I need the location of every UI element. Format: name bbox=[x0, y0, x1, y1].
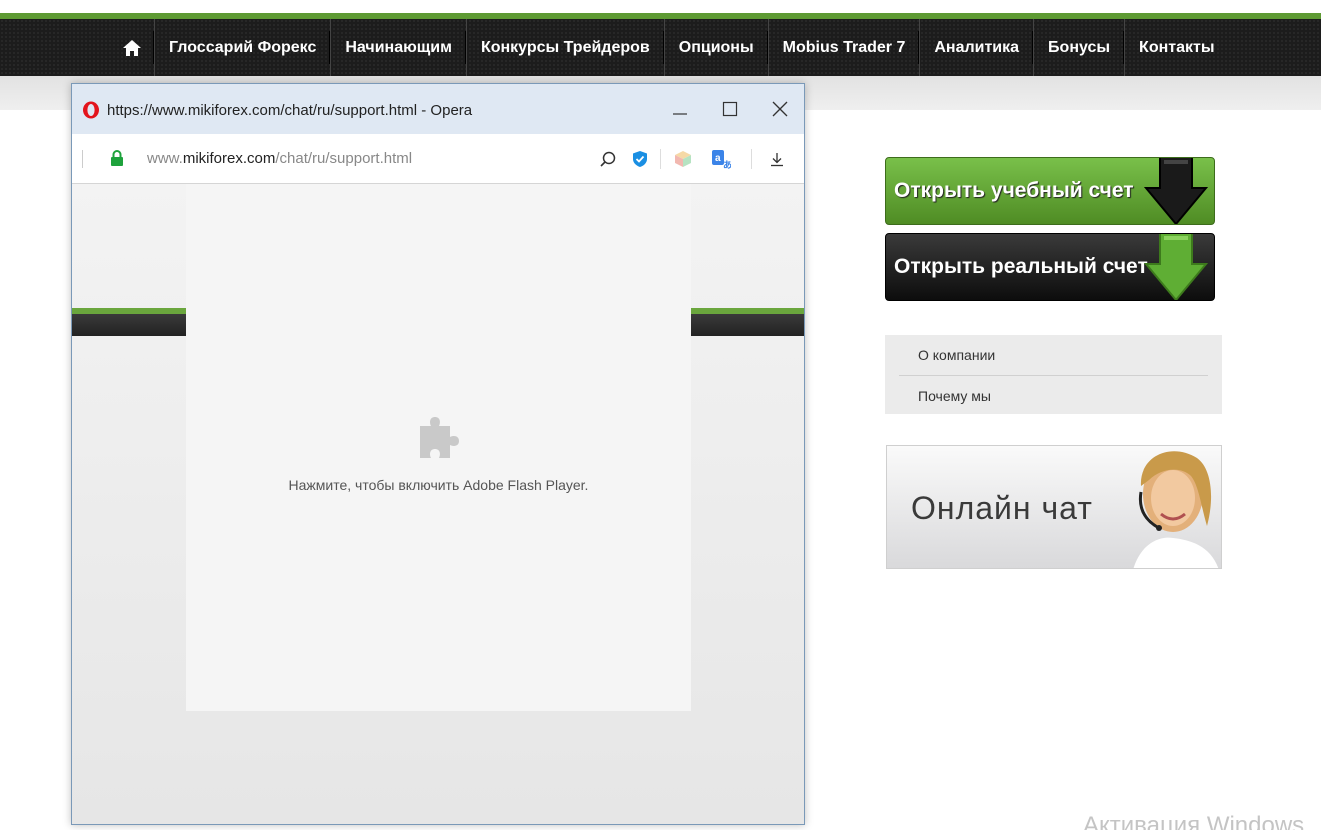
nav-item-options[interactable]: Опционы bbox=[662, 19, 768, 76]
url-prefix: www. bbox=[147, 150, 183, 167]
nav-items: Глоссарий Форекс Начинающим Конкурсы Тре… bbox=[110, 19, 1229, 76]
open-demo-account-label: Открыть учебный счет bbox=[894, 179, 1134, 202]
page-content: Нажмите, чтобы включить Adobe Flash Play… bbox=[72, 184, 804, 824]
divider bbox=[751, 149, 752, 169]
search-icon[interactable] bbox=[597, 148, 619, 170]
main-navigation: Глоссарий Форекс Начинающим Конкурсы Тре… bbox=[0, 19, 1321, 76]
home-icon[interactable] bbox=[110, 19, 154, 76]
svg-text:あ: あ bbox=[723, 160, 731, 169]
maximize-button[interactable] bbox=[710, 94, 750, 124]
flash-plugin-placeholder[interactable]: Нажмите, чтобы включить Adobe Flash Play… bbox=[186, 184, 691, 711]
nav-item-glossary[interactable]: Глоссарий Форекс bbox=[152, 19, 330, 76]
window-titlebar[interactable]: https://www.mikiforex.com/chat/ru/suppor… bbox=[72, 84, 804, 134]
arrow-down-icon bbox=[1144, 158, 1208, 224]
open-real-account-label: Открыть реальный счет bbox=[894, 255, 1148, 278]
open-demo-account-button[interactable]: Открыть учебный счет bbox=[885, 157, 1215, 225]
puzzle-icon bbox=[420, 417, 459, 458]
url-field[interactable]: www.mikiforex.com/chat/ru/support.html bbox=[147, 150, 412, 167]
page-header-stripe-right bbox=[691, 308, 804, 336]
address-bar: www.mikiforex.com/chat/ru/support.html a… bbox=[72, 134, 804, 184]
online-chat-banner[interactable]: Онлайн чат bbox=[886, 445, 1222, 569]
nav-item-bonuses[interactable]: Бонусы bbox=[1032, 19, 1124, 76]
url-path: /chat/ru/support.html bbox=[275, 150, 413, 167]
download-icon[interactable] bbox=[766, 148, 788, 170]
opera-icon bbox=[83, 101, 99, 119]
nav-item-contacts[interactable]: Контакты bbox=[1123, 19, 1228, 76]
divider bbox=[660, 149, 661, 169]
flash-plugin-message: Нажмите, чтобы включить Adobe Flash Play… bbox=[288, 477, 589, 493]
shield-icon[interactable] bbox=[629, 148, 651, 170]
page-header-stripe-left bbox=[72, 308, 186, 336]
nav-item-contests[interactable]: Конкурсы Трейдеров bbox=[464, 19, 664, 76]
window-title: https://www.mikiforex.com/chat/ru/suppor… bbox=[107, 102, 473, 119]
close-button[interactable] bbox=[760, 94, 800, 124]
sidebar-item-why-us[interactable]: Почему мы bbox=[885, 376, 1222, 416]
translate-icon[interactable]: aあ bbox=[710, 148, 732, 170]
divider bbox=[82, 150, 83, 168]
arrow-down-icon bbox=[1144, 234, 1208, 300]
sidebar-menu: О компании Почему мы bbox=[885, 335, 1222, 414]
minimize-button[interactable] bbox=[660, 94, 700, 124]
nav-item-mobius-trader[interactable]: Mobius Trader 7 bbox=[766, 19, 920, 76]
support-operator-icon bbox=[1133, 451, 1219, 568]
nav-item-beginners[interactable]: Начинающим bbox=[329, 19, 466, 76]
windows-activation-watermark: Активация Windows bbox=[1083, 812, 1305, 830]
svg-text:a: a bbox=[715, 153, 721, 164]
cube-icon[interactable] bbox=[672, 148, 694, 170]
nav-item-analytics[interactable]: Аналитика bbox=[918, 19, 1033, 76]
online-chat-label: Онлайн чат bbox=[911, 490, 1093, 526]
lock-icon[interactable] bbox=[110, 150, 124, 167]
opera-popup-window: https://www.mikiforex.com/chat/ru/suppor… bbox=[71, 83, 805, 825]
sidebar-item-about[interactable]: О компании bbox=[885, 335, 1222, 375]
open-real-account-button[interactable]: Открыть реальный счет bbox=[885, 233, 1215, 301]
url-domain: mikiforex.com bbox=[182, 150, 276, 167]
